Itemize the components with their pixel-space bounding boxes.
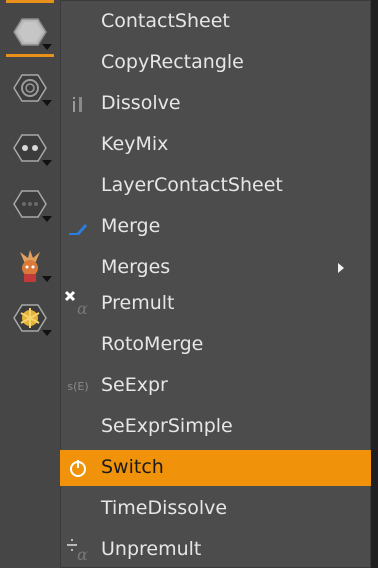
- menu-item-keymix[interactable]: KeyMix: [60, 127, 371, 163]
- seexpr-icon-text: s(E): [67, 379, 89, 393]
- menu-item-unpremult[interactable]: α Unpremult: [60, 532, 371, 568]
- menu-item-label: ContactSheet: [101, 10, 230, 32]
- menu-item-seexpr[interactable]: s(E) SeExpr: [60, 368, 371, 404]
- seexpr-icon: s(E): [60, 368, 96, 404]
- menu-item-label: Dissolve: [101, 92, 181, 114]
- merge-icon: [60, 209, 96, 245]
- menu-item-seexprsimple[interactable]: SeExprSimple: [60, 409, 371, 445]
- menu-item-label: Switch: [101, 456, 164, 478]
- menu-item-timedissolve[interactable]: TimeDissolve: [60, 491, 371, 527]
- menu-item-rotomerge[interactable]: RotoMerge: [60, 327, 371, 363]
- menu-item-label: RotoMerge: [101, 333, 204, 355]
- menu-item-label: CopyRectangle: [101, 51, 244, 73]
- draw-node-icon[interactable]: [6, 66, 54, 110]
- submenu-arrow-icon: [338, 263, 344, 273]
- menu-item-label: Merges: [101, 256, 171, 278]
- menu-item-merges[interactable]: Merges: [60, 250, 371, 286]
- menu-item-label: Unpremult: [101, 538, 202, 560]
- menu-item-copyrectangle[interactable]: CopyRectangle: [60, 45, 371, 81]
- menu-item-merge[interactable]: Merge: [60, 209, 371, 245]
- merge-node-menu: ContactSheet CopyRectangle Dissolve KeyM…: [60, 0, 371, 568]
- node-menu-window: ContactSheet CopyRectangle Dissolve KeyM…: [0, 0, 378, 568]
- premult-icon: α: [60, 286, 96, 322]
- unpremult-icon: α: [60, 532, 96, 568]
- menu-item-label: LayerContactSheet: [101, 174, 283, 196]
- node-toolbar: [0, 0, 60, 568]
- image-node-icon[interactable]: [6, 10, 54, 54]
- color-node-icon[interactable]: [6, 242, 54, 286]
- menu-item-switch[interactable]: Switch: [60, 450, 371, 486]
- menu-item-label: SeExprSimple: [101, 415, 233, 437]
- menu-item-layercontactsheet[interactable]: LayerContactSheet: [60, 168, 371, 204]
- toolbar-active-accent: [6, 54, 54, 57]
- menu-item-contactsheet[interactable]: ContactSheet: [60, 4, 371, 40]
- dissolve-icon: [60, 86, 96, 122]
- menu-right-edge: [371, 0, 378, 568]
- toolbar-top-accent: [6, 0, 54, 3]
- time-node-icon[interactable]: [6, 126, 54, 170]
- channel-node-icon[interactable]: [6, 182, 54, 226]
- menu-item-dissolve[interactable]: Dissolve: [60, 86, 371, 122]
- svg-text:α: α: [77, 299, 88, 318]
- menu-item-premult[interactable]: α Premult: [60, 286, 371, 322]
- menu-item-label: TimeDissolve: [101, 497, 228, 519]
- filter-node-icon[interactable]: [6, 296, 54, 340]
- switch-icon: [60, 450, 96, 486]
- menu-item-label: SeExpr: [101, 374, 168, 396]
- menu-item-label: Merge: [101, 215, 161, 237]
- svg-text:α: α: [77, 545, 88, 564]
- menu-item-label: KeyMix: [101, 133, 169, 155]
- menu-item-label: Premult: [101, 292, 175, 314]
